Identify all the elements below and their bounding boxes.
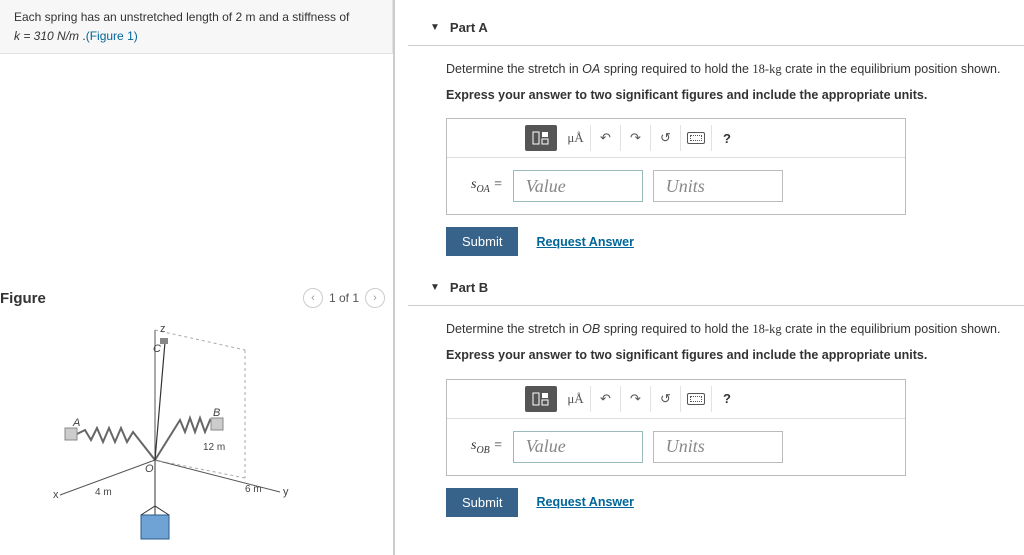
part-b-request-answer[interactable]: Request Answer — [536, 495, 633, 509]
figure-diagram: z C A B O x y 12 m 6 m 4 m — [45, 320, 345, 550]
part-b-lhs: sOB = — [471, 438, 503, 456]
units-tool[interactable]: μÅ — [561, 386, 591, 412]
svg-text:B: B — [213, 407, 220, 419]
part-b-instruction: Express your answer to two significant f… — [446, 346, 1024, 364]
svg-text:C: C — [153, 343, 161, 355]
svg-text:12 m: 12 m — [203, 442, 225, 453]
svg-text:y: y — [283, 486, 289, 498]
redo-icon[interactable]: ↷ — [621, 125, 651, 151]
problem-statement: Each spring has an unstretched length of… — [0, 0, 393, 54]
problem-text: Each spring has an unstretched length of — [14, 10, 235, 24]
svg-text:A: A — [72, 417, 80, 429]
part-a-prompt: Determine the stretch in OA spring requi… — [446, 60, 1024, 78]
part-a-submit-button[interactable]: Submit — [446, 227, 518, 256]
part-b-submit-button[interactable]: Submit — [446, 488, 518, 517]
template-icon[interactable] — [525, 386, 557, 412]
part-b-toolbar: μÅ ↶ ↷ ↺ ? — [447, 380, 905, 419]
stiffness: k = 310 N/m — [14, 29, 79, 43]
part-b-prompt: Determine the stretch in OB spring requi… — [446, 320, 1024, 338]
part-a-answer-box: μÅ ↶ ↷ ↺ ? sOA = Value Units — [446, 118, 906, 215]
svg-text:z: z — [160, 323, 166, 335]
part-a-body: Determine the stretch in OA spring requi… — [408, 46, 1024, 256]
part-a-request-answer[interactable]: Request Answer — [536, 235, 633, 249]
part-b-answer-row: sOB = Value Units — [447, 419, 905, 475]
figure-pager: ‹ 1 of 1 › — [303, 288, 385, 308]
part-b: ▼ Part B Determine the stretch in OB spr… — [408, 274, 1024, 516]
figure-link[interactable]: (Figure 1) — [86, 29, 138, 43]
figure-next-button[interactable]: › — [365, 288, 385, 308]
redo-icon[interactable]: ↷ — [621, 386, 651, 412]
part-a-units-input[interactable]: Units — [653, 170, 783, 202]
keyboard-icon[interactable] — [681, 386, 712, 412]
part-a-value-input[interactable]: Value — [513, 170, 643, 202]
figure-page-indicator: 1 of 1 — [329, 291, 359, 305]
undo-icon[interactable]: ↶ — [591, 125, 621, 151]
left-column: Each spring has an unstretched length of… — [0, 0, 395, 555]
part-b-units-input[interactable]: Units — [653, 431, 783, 463]
length-value: 2 m — [235, 10, 255, 24]
part-b-body: Determine the stretch in OB spring requi… — [408, 306, 1024, 516]
keyboard-icon[interactable] — [681, 125, 712, 151]
right-column: ▼ Part A Determine the stretch in OA spr… — [408, 0, 1024, 535]
part-b-answer-box: μÅ ↶ ↷ ↺ ? sOB = Value Units — [446, 379, 906, 476]
svg-text:O: O — [145, 463, 154, 475]
caret-down-icon: ▼ — [430, 22, 440, 33]
svg-text:4 m: 4 m — [95, 487, 112, 498]
template-icon[interactable] — [525, 125, 557, 151]
reset-icon[interactable]: ↺ — [651, 125, 681, 151]
part-a-title: Part A — [450, 20, 488, 35]
svg-text:6 m: 6 m — [245, 484, 262, 495]
figure-prev-button[interactable]: ‹ — [303, 288, 323, 308]
undo-icon[interactable]: ↶ — [591, 386, 621, 412]
part-b-title: Part B — [450, 280, 488, 295]
problem-text-b: and a stiffness of — [256, 10, 350, 24]
part-a-header[interactable]: ▼ Part A — [408, 14, 1024, 46]
part-a-toolbar: μÅ ↶ ↷ ↺ ? — [447, 119, 905, 158]
part-b-buttons: Submit Request Answer — [446, 488, 1024, 517]
part-b-value-input[interactable]: Value — [513, 431, 643, 463]
reset-icon[interactable]: ↺ — [651, 386, 681, 412]
caret-down-icon: ▼ — [430, 282, 440, 293]
part-a: ▼ Part A Determine the stretch in OA spr… — [408, 14, 1024, 256]
part-b-header[interactable]: ▼ Part B — [408, 274, 1024, 306]
figure-header: Figure ‹ 1 of 1 › — [0, 284, 395, 312]
part-a-buttons: Submit Request Answer — [446, 227, 1024, 256]
part-a-instruction: Express your answer to two significant f… — [446, 86, 1024, 104]
help-icon[interactable]: ? — [712, 125, 742, 151]
part-a-lhs: sOA = — [471, 177, 503, 195]
help-icon[interactable]: ? — [712, 386, 742, 412]
figure-title: Figure — [0, 290, 46, 307]
svg-text:x: x — [53, 489, 59, 501]
units-tool[interactable]: μÅ — [561, 125, 591, 151]
part-a-answer-row: sOA = Value Units — [447, 158, 905, 214]
